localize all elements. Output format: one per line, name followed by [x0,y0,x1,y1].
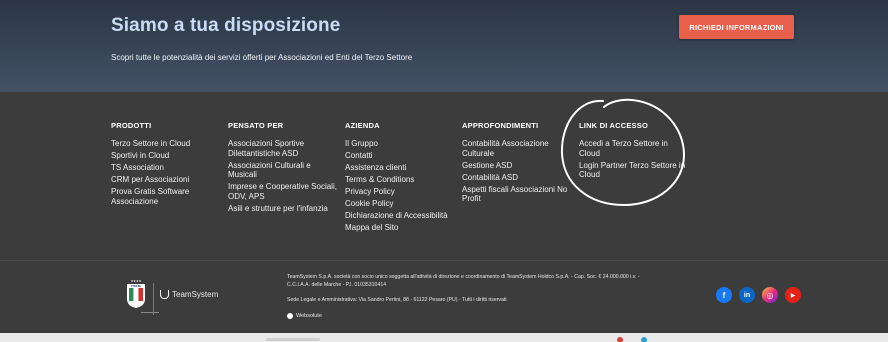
column-heading: LINK DI ACCESSO [579,121,648,130]
banner-title: Siamo a tua disposizione [111,15,341,36]
legal-company-info: TeamSystem S.p.A. società con socio unic… [287,274,640,288]
teamsystem-mark-icon [160,290,169,299]
facebook-icon[interactable]: f [716,287,732,303]
footer-column-link-di-accesso: LINK DI ACCESSO Accedi a Terzo Settore i… [579,121,689,182]
footer-link[interactable]: Imprese e Cooperative Sociali, ODV, APS [228,182,338,201]
status-dot-icon [641,337,647,342]
svg-text:★★★★: ★★★★ [131,279,142,283]
footer-link[interactable]: TS Association [111,163,221,173]
column-heading: APPROFONDIMENTI [462,121,539,130]
footer-link[interactable]: Login Partner Terzo Settore in Cloud [579,161,689,180]
teamsystem-logo[interactable]: TeamSystem [160,290,218,299]
request-info-button[interactable]: RICHIEDI INFORMAZIONI [679,15,794,39]
websolute-label: Websolute [296,313,322,319]
banner-subtitle: Scopri tutte le potenzialità dei servizi… [111,53,413,62]
footer-link[interactable]: Dichiarazione di Accessibilità [345,211,455,221]
footer-link[interactable]: Cookie Policy [345,199,455,209]
footer-link[interactable]: Sportivi in Cloud [111,151,221,161]
footer-link[interactable]: Contatti [345,151,455,161]
footer-link[interactable]: Gestione ASD [462,161,572,171]
footer-column-prodotti: PRODOTTI Terzo Settore in Cloud Sportivi… [111,121,221,209]
instagram-icon[interactable]: ◎ [762,287,778,303]
logo-underline [141,312,159,313]
footer-column-approfondimenti: APPROFONDIMENTI Contabilità Associazione… [462,121,572,206]
footer-link[interactable]: Accedi a Terzo Settore in Cloud [579,139,689,158]
legal-address: Sede Legale e Amministrativa: Via Sandro… [287,297,507,303]
footer-link[interactable]: Contabilità ASD [462,173,572,183]
column-heading: AZIENDA [345,121,380,130]
svg-text:ITALIA: ITALIA [131,284,142,288]
footer-link[interactable]: Privacy Policy [345,187,455,197]
footer-link[interactable]: Associazioni Sportive Dilettantistiche A… [228,139,338,158]
footer-column-azienda: AZIENDA Il Gruppo Contatti Assistenza cl… [345,121,455,235]
footer-link[interactable]: CRM per Associazioni [111,175,221,185]
linkedin-icon[interactable]: in [739,287,755,303]
youtube-icon[interactable]: ▶ [785,287,801,303]
social-links: f in ◎ ▶ [716,287,801,303]
footer-column-pensato-per: PENSATO PER Associazioni Sportive Dilett… [228,121,338,216]
contact-banner: Siamo a tua disposizione Scopri tutte le… [0,0,888,92]
footer-link[interactable]: Prova Gratis Software Associazione [111,187,221,206]
logo-separator [153,283,154,315]
footer-link[interactable]: Il Gruppo [345,139,455,149]
teamsystem-brand-name: TeamSystem [172,290,219,299]
column-heading: PRODOTTI [111,121,152,130]
notification-dot-icon [617,337,623,342]
footer-link[interactable]: Mappa del Sito [345,223,455,233]
footer-link[interactable]: Assistenza clienti [345,163,455,173]
footer-link[interactable]: Asili e strutture per l'infanzia [228,204,338,214]
websolute-icon [287,313,293,319]
italia-team-logo: ★★★★ ITALIA [127,279,145,308]
strip-bar [266,338,320,341]
footer-link[interactable]: Contabilità Associazione Culturale [462,139,572,158]
browser-bottom-strip [0,333,888,342]
footer-link[interactable]: Terms & Conditions [345,175,455,185]
column-heading: PENSATO PER [228,121,284,130]
footer-link[interactable]: Terzo Settore in Cloud [111,139,221,149]
websolute-credit[interactable]: Websolute [287,313,322,319]
footer-link[interactable]: Aspetti fiscali Associazioni No Profit [462,185,572,204]
footer-link[interactable]: Associazioni Culturali e Musicali [228,161,338,180]
